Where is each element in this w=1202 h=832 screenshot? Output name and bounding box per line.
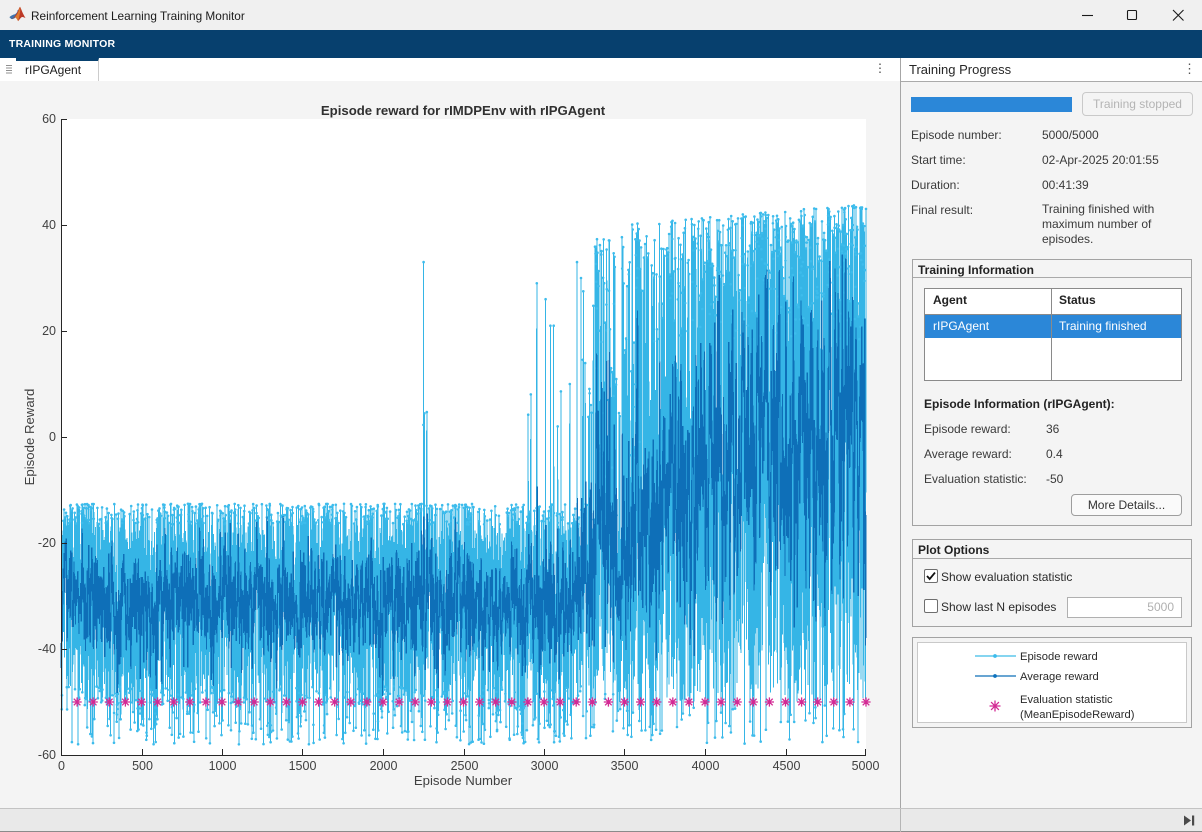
svg-text:Average reward: Average reward — [1020, 671, 1099, 683]
svg-text:(MeanEpisodeReward): (MeanEpisodeReward) — [1020, 709, 1135, 721]
svg-text:Evaluation statistic: Evaluation statistic — [1020, 694, 1113, 706]
svg-text:Episode reward: Episode reward — [1020, 651, 1098, 663]
